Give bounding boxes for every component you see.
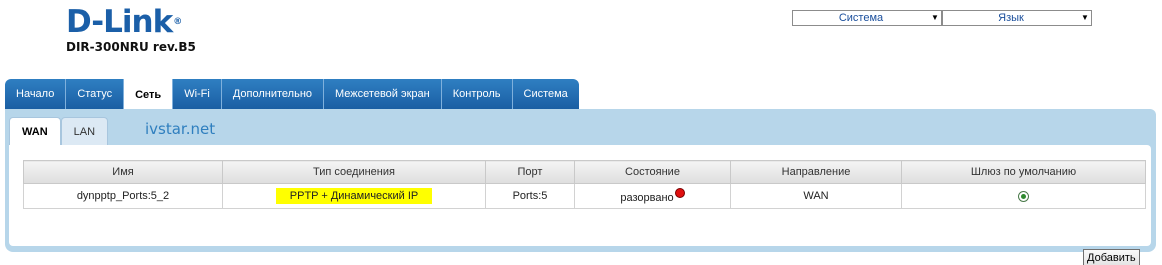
column-header-type: Тип соединения <box>222 160 486 184</box>
sub-tabs: WAN LAN <box>9 117 109 145</box>
logo-text: D-Link <box>66 4 173 40</box>
wan-connections-area: Имя Тип соединения Порт Состояние Направ… <box>9 145 1151 265</box>
dlink-logo: D-Link® <box>66 4 182 40</box>
language-select[interactable]: Язык ▼ <box>942 10 1092 26</box>
cell-type: PPTP + Динамический IP <box>222 183 486 209</box>
tab-system[interactable]: Система <box>512 79 579 109</box>
table-row[interactable]: dynpptp_Ports:5_2 PPTP + Динамический IP… <box>23 183 1146 209</box>
add-button[interactable]: Добавить <box>1083 249 1140 265</box>
tab-home[interactable]: Начало <box>5 79 67 109</box>
connection-type-highlight: PPTP + Динамический IP <box>275 188 433 204</box>
column-header-default-gateway: Шлюз по умолчанию <box>901 160 1146 184</box>
content-panel: WAN LAN ivstar.net Имя Тип соединения По… <box>5 109 1156 265</box>
main-tabs: Начало Статус Сеть Wi-Fi Дополнительно М… <box>5 79 579 110</box>
device-model: DIR-300NRU rev.B5 <box>66 40 196 54</box>
table-header-row: Имя Тип соединения Порт Состояние Направ… <box>23 160 1146 184</box>
language-value: Язык <box>998 12 1024 24</box>
cell-port: Ports:5 <box>485 183 575 209</box>
cell-name[interactable]: dynpptp_Ports:5_2 <box>23 183 223 209</box>
cell-state: разорвано <box>574 183 731 209</box>
default-gateway-radio[interactable] <box>1018 190 1029 202</box>
state-text: разорвано <box>620 192 674 204</box>
cell-direction: WAN <box>730 183 902 209</box>
chevron-down-icon: ▼ <box>1081 13 1089 22</box>
chevron-down-icon: ▼ <box>931 13 939 22</box>
system-menu-value: Система <box>838 12 884 24</box>
column-header-name: Имя <box>23 160 223 184</box>
status-disconnected-icon <box>674 188 685 198</box>
tab-network[interactable]: Сеть <box>124 79 174 110</box>
column-header-state: Состояние <box>574 160 731 184</box>
subtab-lan[interactable]: LAN <box>60 117 109 145</box>
tab-firewall[interactable]: Межсетевой экран <box>324 79 442 109</box>
watermark-text: ivstar.net <box>145 120 216 138</box>
tab-control[interactable]: Контроль <box>441 79 513 109</box>
tab-advanced[interactable]: Дополнительно <box>221 79 325 109</box>
registered-mark: ® <box>173 17 182 27</box>
system-menu-select[interactable]: Система ▼ <box>792 10 942 26</box>
connections-table: Имя Тип соединения Порт Состояние Направ… <box>23 160 1146 209</box>
subtab-wan[interactable]: WAN <box>9 117 61 145</box>
column-header-direction: Направление <box>730 160 902 184</box>
cell-default-gateway <box>901 183 1146 209</box>
tab-wifi[interactable]: Wi-Fi <box>173 79 222 109</box>
column-header-port: Порт <box>485 160 575 184</box>
tab-status[interactable]: Статус <box>66 79 125 109</box>
router-admin-page: D-Link® DIR-300NRU rev.B5 Система ▼ Язык… <box>0 0 1162 265</box>
